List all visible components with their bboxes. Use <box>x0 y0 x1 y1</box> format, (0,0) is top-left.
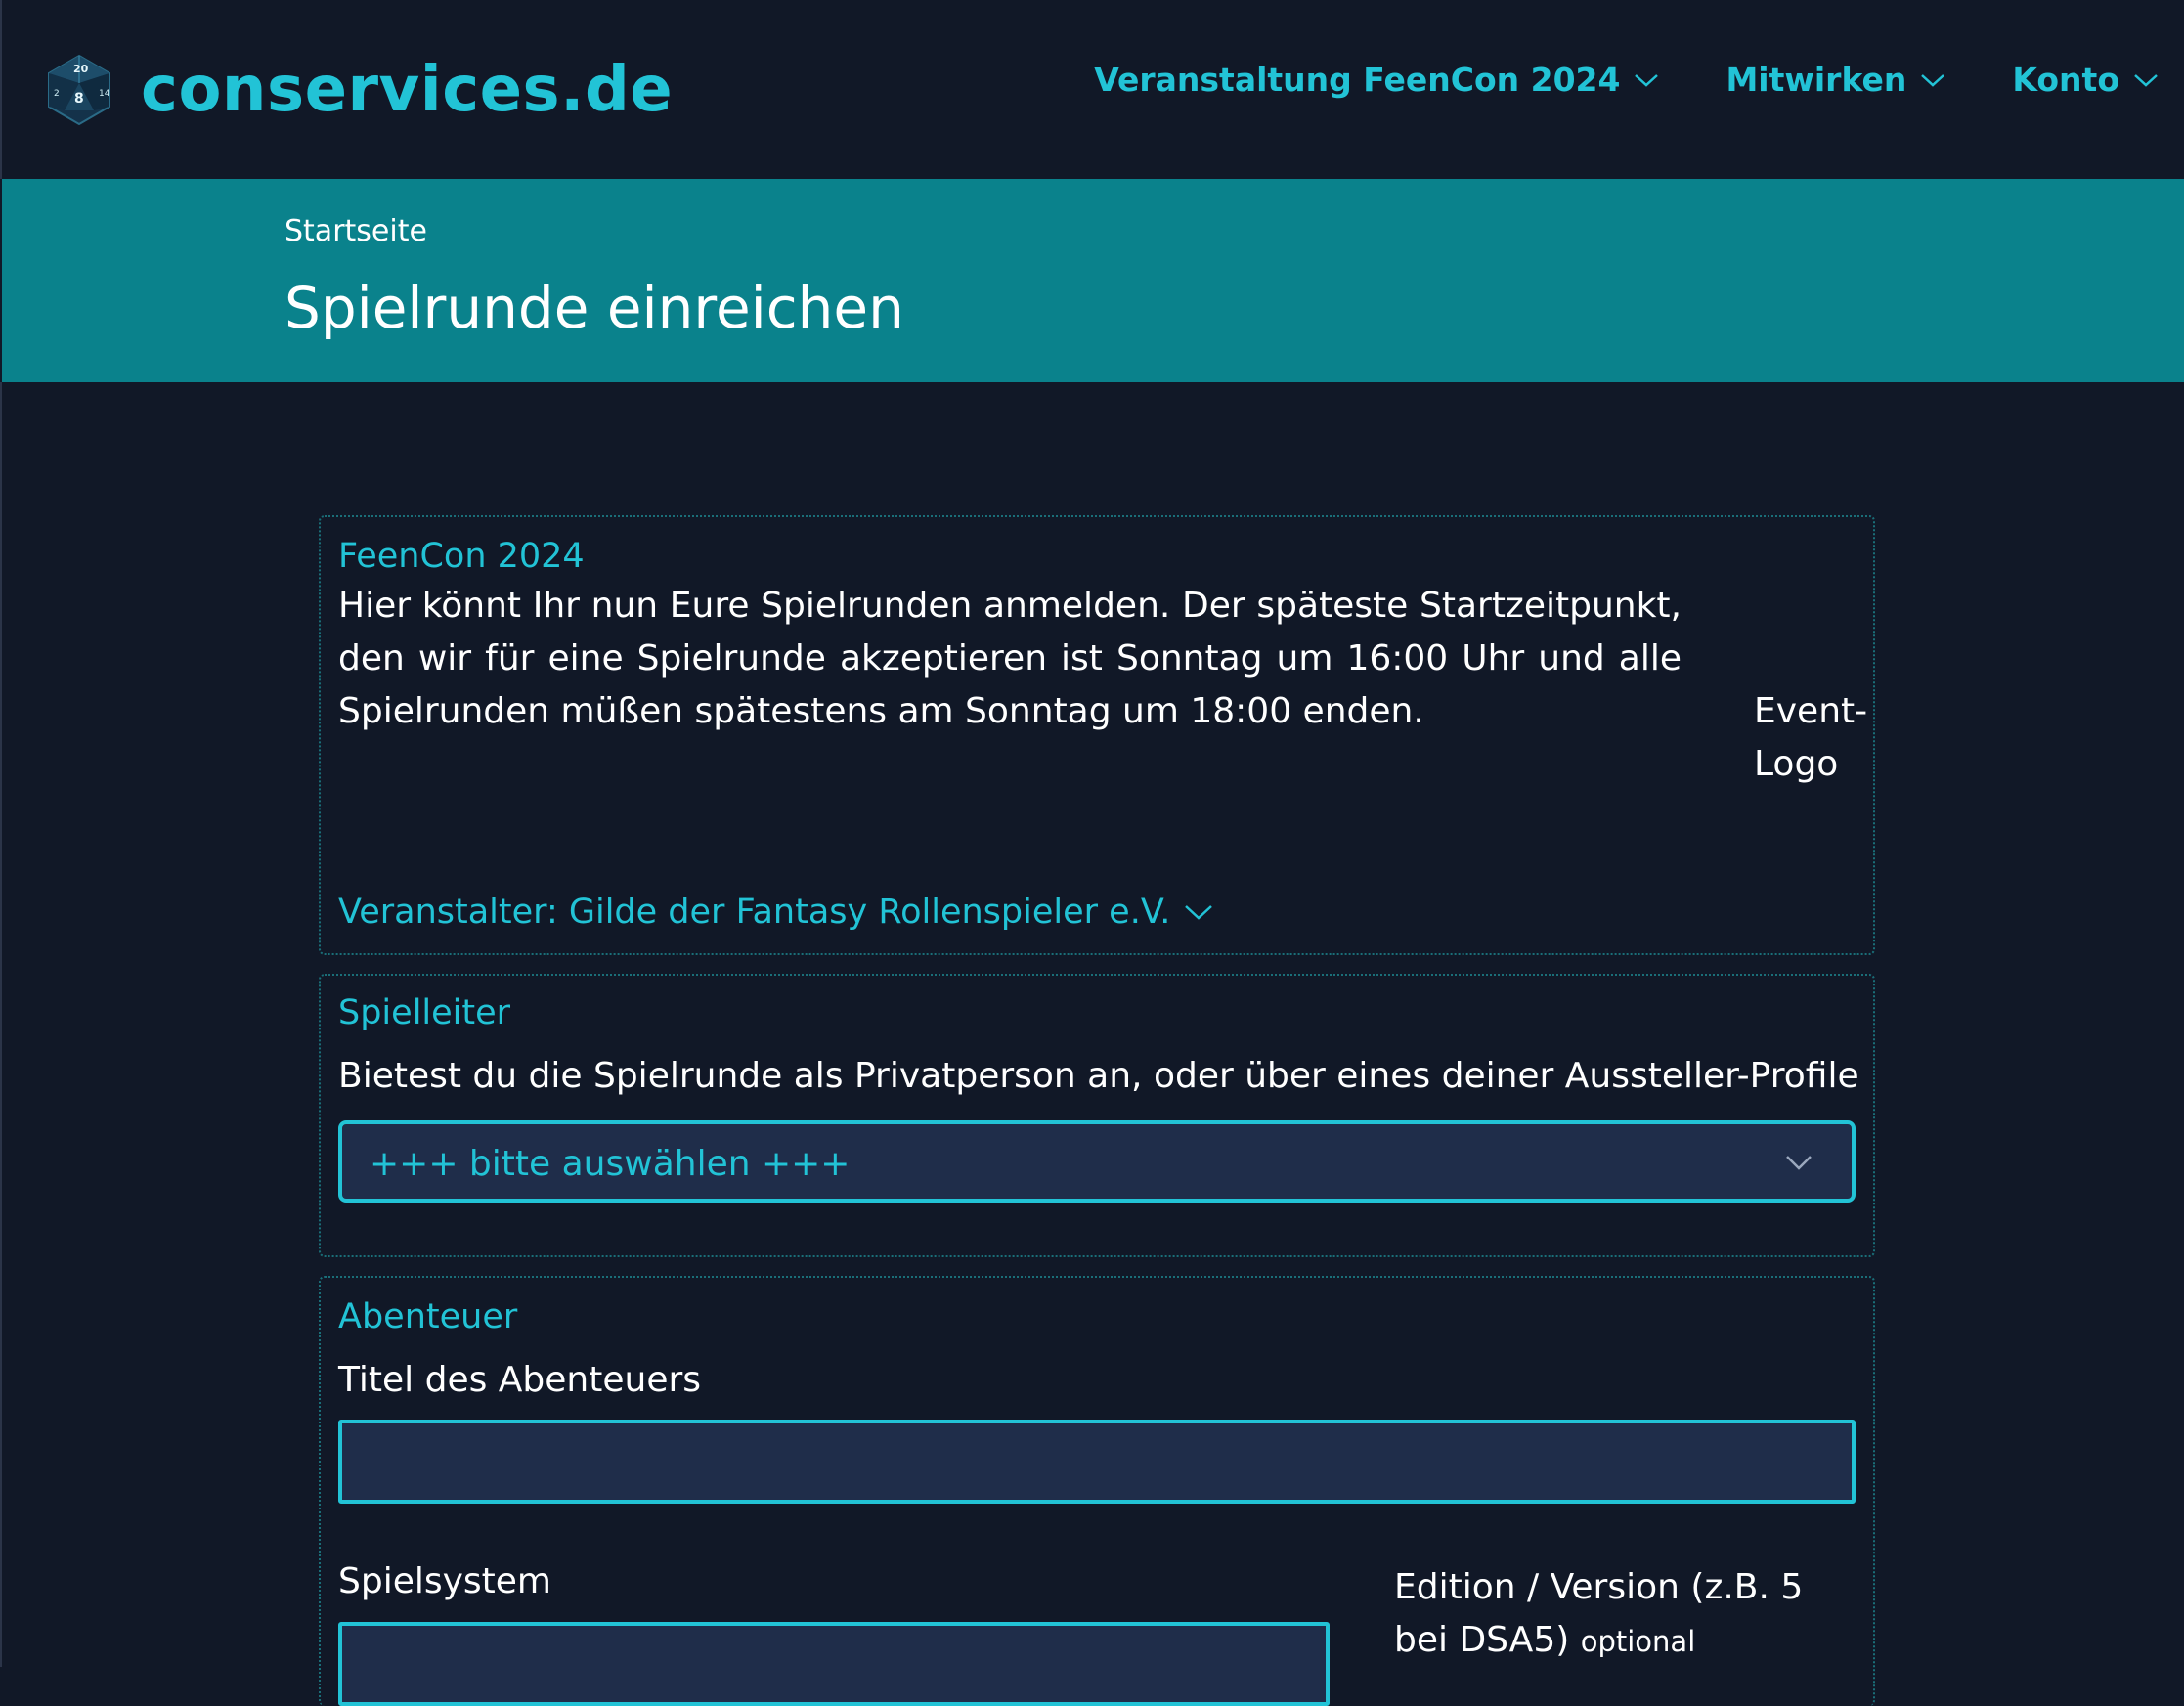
nav-contribute-dropdown[interactable]: Mitwirken <box>1725 61 1945 99</box>
nav-contribute-label: Mitwirken <box>1725 61 1907 99</box>
game-system-label: Spielsystem <box>338 1561 552 1601</box>
left-divider <box>0 382 2 1667</box>
organizer-toggle[interactable]: Veranstalter: Gilde der Fantasy Rollensp… <box>338 893 1213 932</box>
nav-event-dropdown[interactable]: Veranstaltung FeenCon 2024 <box>1094 61 1659 99</box>
chevron-down-icon <box>2134 73 2158 87</box>
brand-name[interactable]: conservices.de <box>141 49 673 131</box>
nav-event-label: Veranstaltung FeenCon 2024 <box>1094 61 1621 99</box>
chevron-down-icon <box>1635 73 1659 87</box>
gamemaster-select-label: Bietest du die Spielrunde als Privatpers… <box>338 1056 1859 1096</box>
svg-text:20: 20 <box>73 63 89 75</box>
svg-text:8: 8 <box>74 91 84 107</box>
gamemaster-card: Spielleiter Bietest du die Spielrunde al… <box>319 974 1875 1257</box>
chevron-down-icon <box>1185 905 1213 920</box>
chevron-down-icon <box>1786 1156 1812 1170</box>
brand-link[interactable]: 20 8 2 14 conservices.de <box>45 49 673 131</box>
event-info-card: FeenCon 2024 Hier könnt Ihr nun Eure Spi… <box>319 515 1875 955</box>
nav-account-label: Konto <box>2012 61 2119 99</box>
svg-text:2: 2 <box>54 89 60 99</box>
adventure-section-title: Abenteuer <box>338 1297 518 1336</box>
adventure-title-input[interactable] <box>338 1420 1856 1504</box>
adventure-title-label: Titel des Abenteuers <box>338 1360 702 1400</box>
top-navigation-bar: 20 8 2 14 conservices.de Veranstaltung F… <box>0 0 2184 179</box>
chevron-down-icon <box>1921 73 1945 87</box>
adventure-card: Abenteuer Titel des Abenteuers Spielsyst… <box>319 1276 1875 1706</box>
page-header: Startseite Spielrunde einreichen <box>2 179 2184 382</box>
organizer-label: Veranstalter: Gilde der Fantasy Rollensp… <box>338 893 1171 932</box>
breadcrumb-home[interactable]: Startseite <box>284 214 427 248</box>
gamemaster-section-title: Spielleiter <box>338 993 511 1032</box>
nav-account-dropdown[interactable]: Konto <box>2012 61 2159 99</box>
edition-label: Edition / Version (z.B. 5 bei DSA5) opti… <box>1394 1561 1863 1668</box>
optional-hint: optional <box>1580 1625 1696 1658</box>
page-title: Spielrunde einreichen <box>284 275 904 341</box>
svg-text:14: 14 <box>99 89 110 99</box>
gamemaster-profile-select[interactable]: +++ bitte auswählen +++ <box>338 1120 1856 1203</box>
event-logo: Event-Logo <box>1754 691 1868 784</box>
d20-dice-icon: 20 8 2 14 <box>48 54 110 126</box>
select-value: +++ bitte auswählen +++ <box>370 1144 851 1184</box>
event-title: FeenCon 2024 <box>338 537 585 576</box>
game-system-input[interactable] <box>338 1622 1330 1706</box>
event-description: Hier könnt Ihr nun Eure Spielrunden anme… <box>338 586 1682 731</box>
main-nav: Veranstaltung FeenCon 2024 Mitwirken Kon… <box>1027 61 2159 99</box>
